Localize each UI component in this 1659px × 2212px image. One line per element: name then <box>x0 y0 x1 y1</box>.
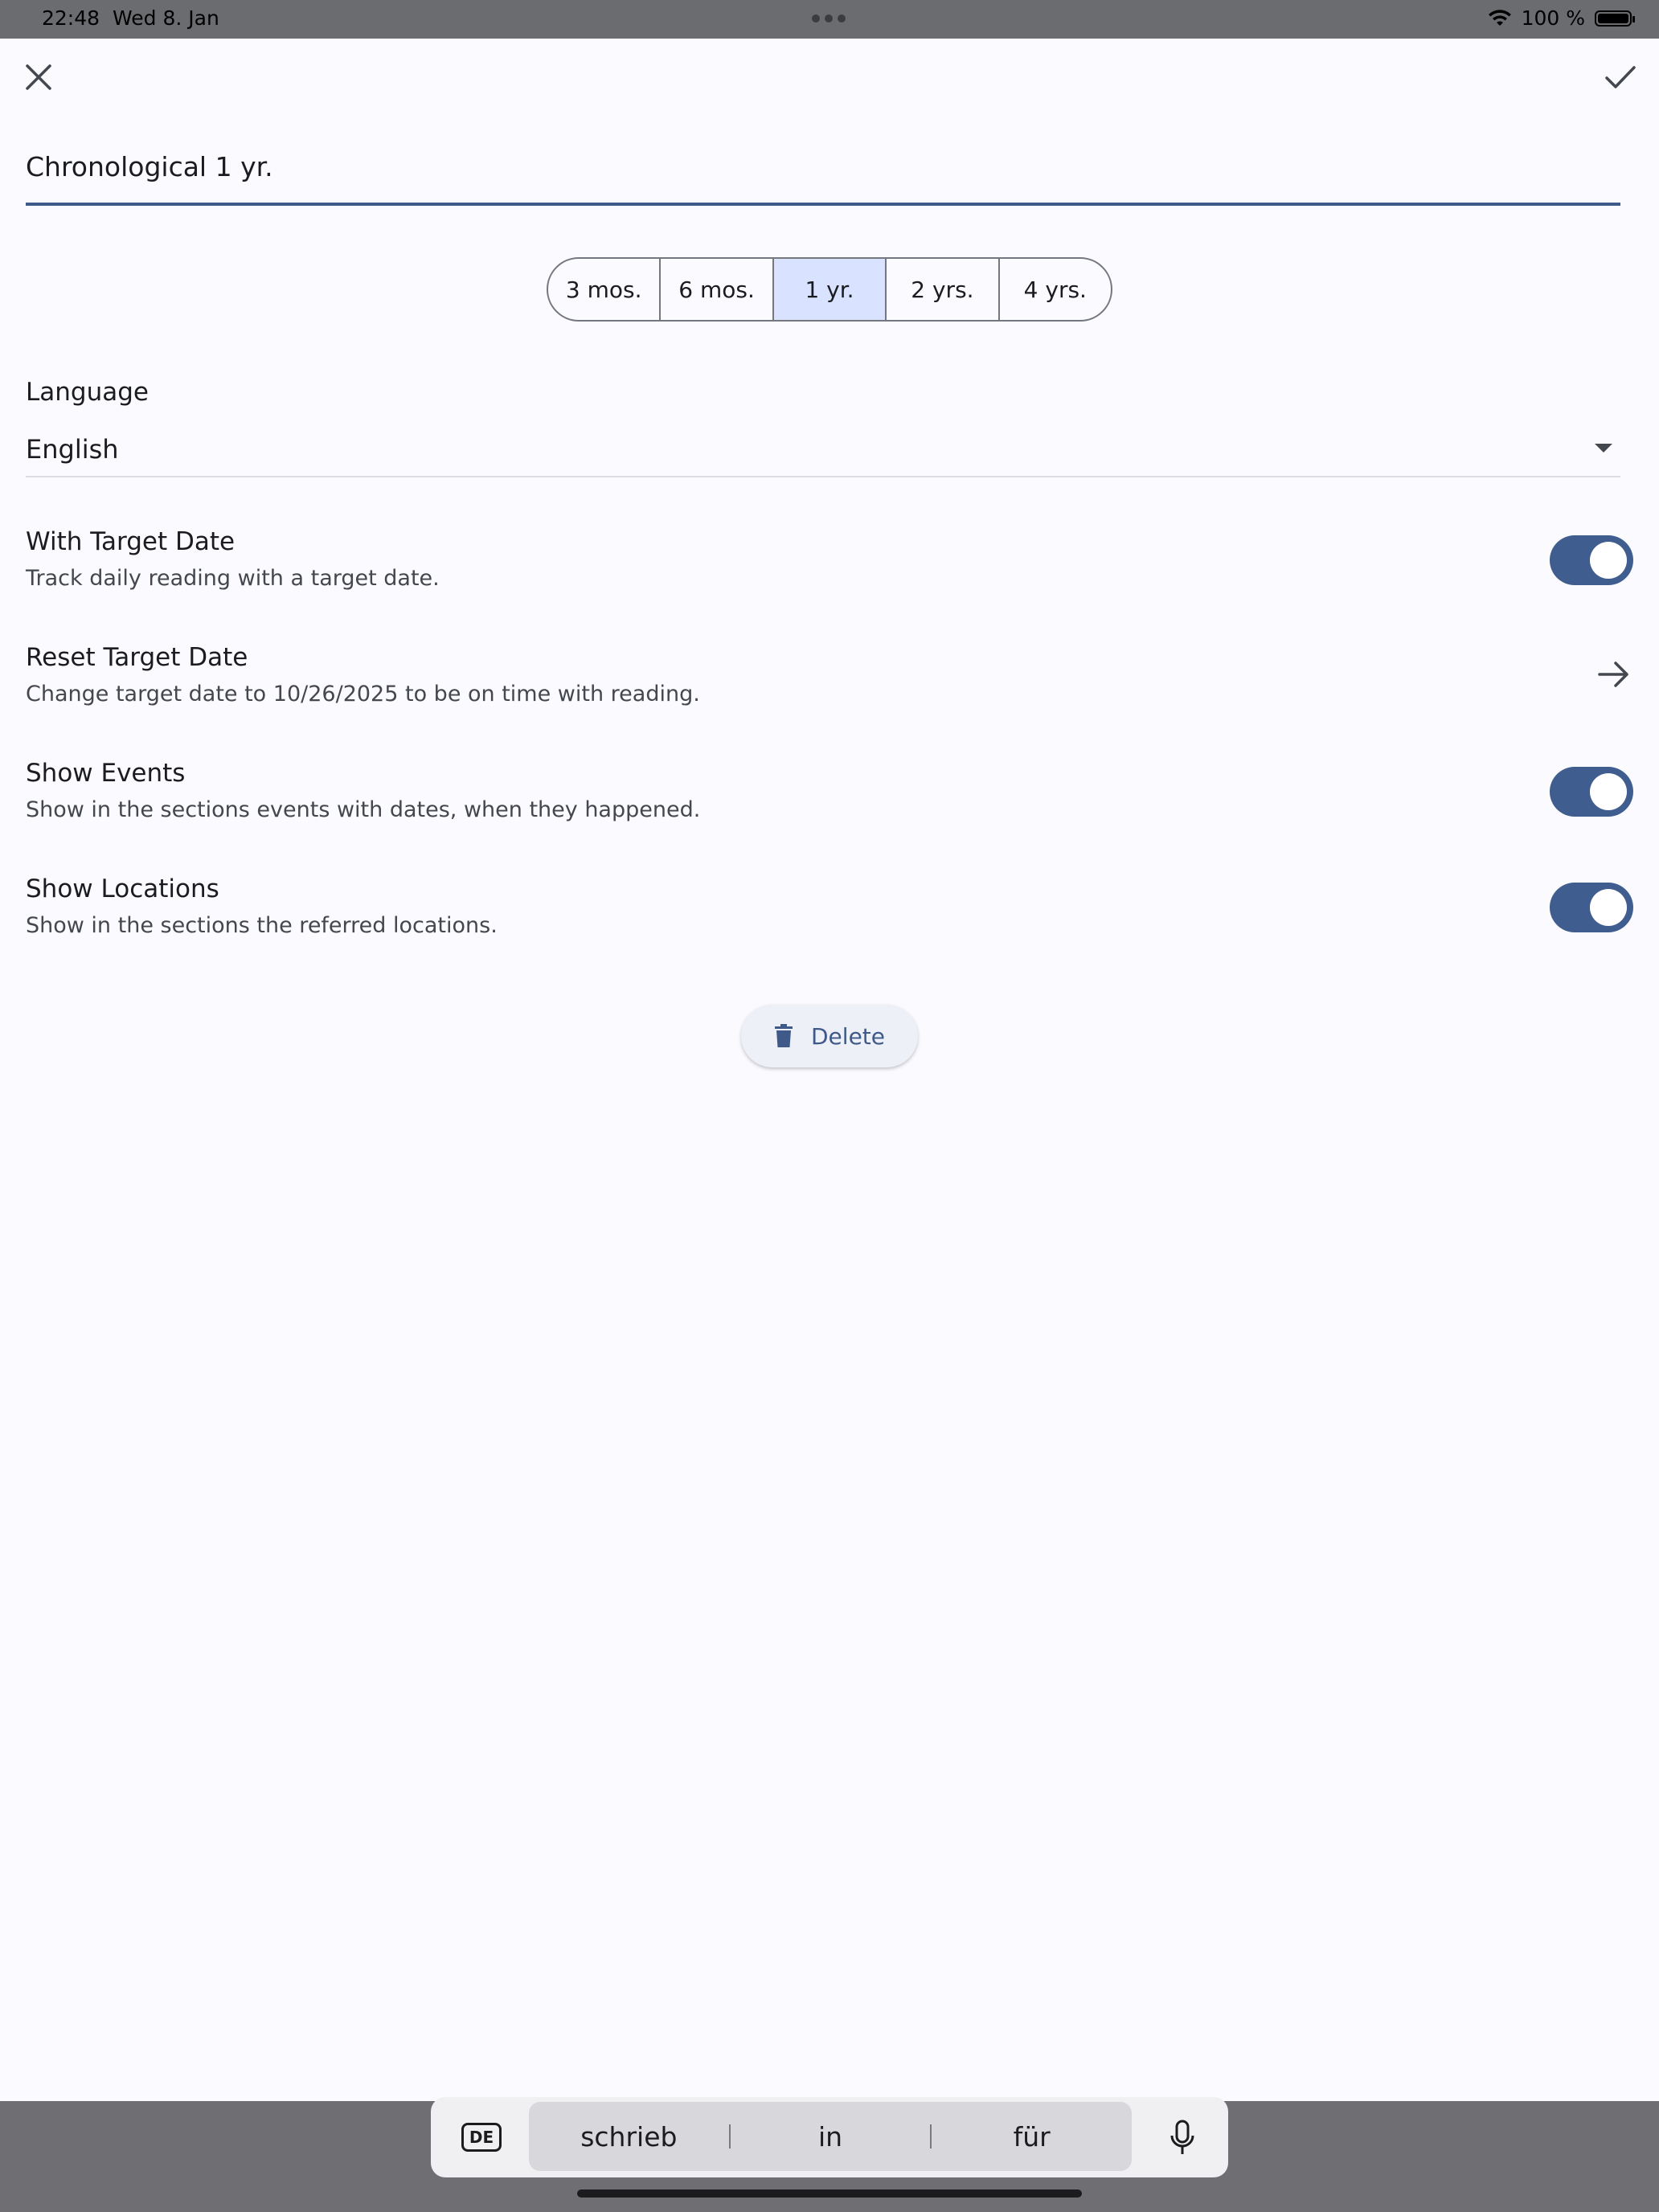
setting-subtitle: Track daily reading with a target date. <box>26 566 440 591</box>
status-indicators: 100 % <box>1488 6 1635 30</box>
target-date-toggle[interactable] <box>1550 535 1633 585</box>
setting-reset-target-date[interactable]: Reset Target Date Change target date to … <box>26 643 1633 731</box>
close-button[interactable] <box>14 53 63 101</box>
multitasking-dots-icon[interactable] <box>812 14 846 23</box>
segment-6-months[interactable]: 6 mos. <box>661 259 774 320</box>
dropdown-arrow-icon <box>1595 444 1612 453</box>
suggestion-item[interactable]: in <box>731 2121 931 2153</box>
home-indicator[interactable] <box>577 2189 1082 2198</box>
setting-title: Show Events <box>26 759 186 788</box>
segment-3-months[interactable]: 3 mos. <box>548 259 662 320</box>
setting-subtitle: Show in the sections the referred locati… <box>26 913 498 938</box>
setting-show-events: Show Events Show in the sections events … <box>26 759 1633 847</box>
status-date: Wed 8. Jan <box>113 6 219 30</box>
check-icon <box>1605 66 1636 88</box>
suggestion-item[interactable]: für <box>932 2121 1132 2153</box>
segment-4-years[interactable]: 4 yrs. <box>1000 259 1111 320</box>
status-time: 22:48 <box>42 6 100 30</box>
battery-icon <box>1595 10 1635 27</box>
suggestion-item[interactable]: schrieb <box>529 2121 729 2153</box>
show-events-toggle[interactable] <box>1550 767 1633 817</box>
delete-label: Delete <box>811 1022 885 1050</box>
title-field[interactable] <box>26 129 1620 206</box>
setting-target-date: With Target Date Track daily reading wit… <box>26 527 1633 616</box>
setting-title: Show Locations <box>26 875 219 903</box>
arrow-right-icon[interactable] <box>1593 654 1633 694</box>
status-bar: 22:48 Wed 8. Jan 100 % <box>0 0 1659 39</box>
setting-subtitle: Show in the sections events with dates, … <box>26 797 701 822</box>
close-icon <box>26 64 51 90</box>
setting-title: Reset Target Date <box>26 643 248 672</box>
segment-2-years[interactable]: 2 yrs. <box>887 259 1000 320</box>
language-label: Language <box>26 378 149 407</box>
show-locations-toggle[interactable] <box>1550 883 1633 932</box>
keyboard-suggestion-bar: DE schrieb in für <box>431 2097 1228 2177</box>
duration-selector: 3 mos. 6 mos. 1 yr. 2 yrs. 4 yrs. <box>547 257 1112 322</box>
language-dropdown[interactable]: English <box>26 426 1620 477</box>
setting-show-locations: Show Locations Show in the sections the … <box>26 875 1633 963</box>
setting-title: With Target Date <box>26 527 236 556</box>
delete-button[interactable]: Delete <box>741 1005 918 1067</box>
confirm-button[interactable] <box>1596 53 1645 101</box>
microphone-icon[interactable] <box>1169 2120 1196 2157</box>
setting-subtitle: Change target date to 10/26/2025 to be o… <box>26 682 700 707</box>
language-value: English <box>26 434 119 465</box>
title-input[interactable] <box>26 129 1620 182</box>
language-switch-key[interactable]: DE <box>461 2123 502 2152</box>
trash-icon <box>775 1024 793 1047</box>
suggestion-strip: schrieb in für <box>529 2102 1132 2171</box>
segment-1-year[interactable]: 1 yr. <box>773 259 887 320</box>
battery-percent: 100 % <box>1521 6 1585 30</box>
wifi-icon <box>1488 9 1511 26</box>
